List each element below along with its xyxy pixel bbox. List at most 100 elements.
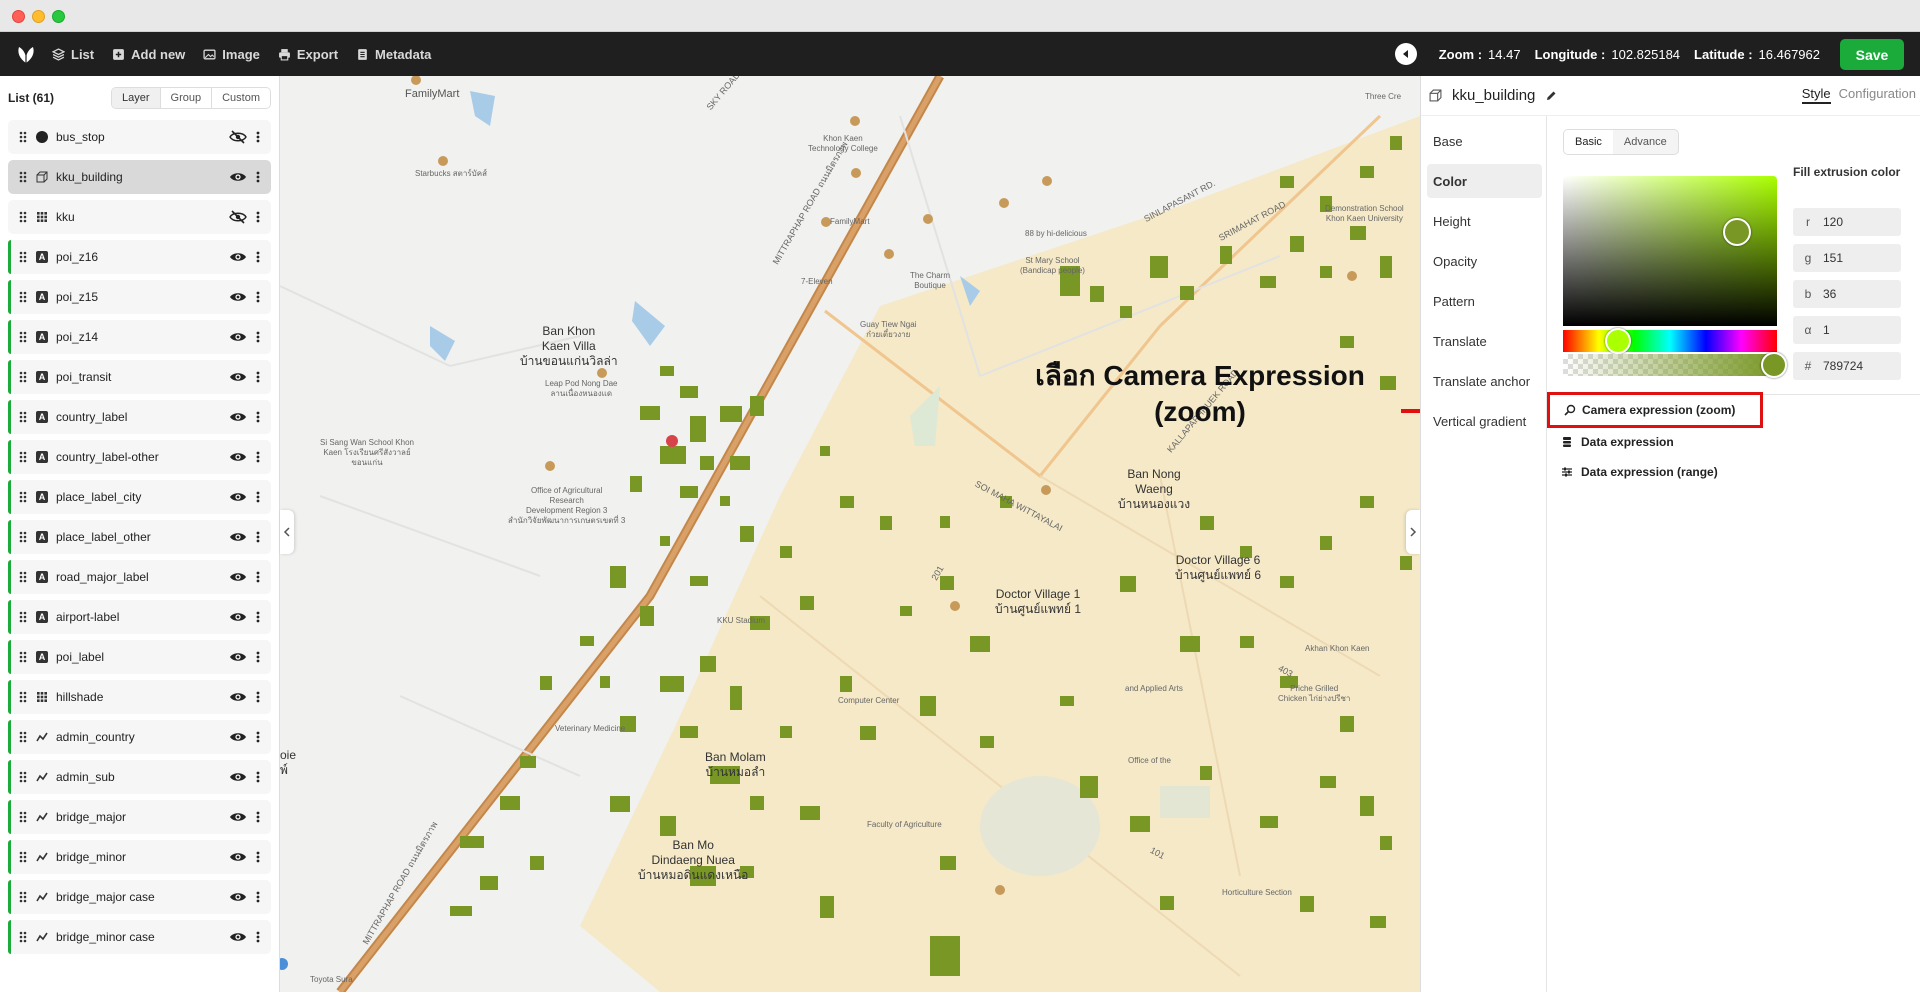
eye-icon[interactable] — [229, 170, 247, 184]
drag-handle-icon[interactable] — [18, 530, 28, 544]
layer-row[interactable]: Aplace_label_city — [8, 480, 271, 514]
layer-row[interactable]: kku_building — [8, 160, 271, 194]
drag-handle-icon[interactable] — [18, 890, 28, 904]
eye-icon[interactable] — [229, 370, 247, 384]
drag-handle-icon[interactable] — [18, 610, 28, 624]
drag-handle-icon[interactable] — [18, 490, 28, 504]
drag-handle-icon[interactable] — [18, 330, 28, 344]
eye-icon[interactable] — [229, 450, 247, 464]
drag-handle-icon[interactable] — [18, 170, 28, 184]
drag-handle-icon[interactable] — [18, 850, 28, 864]
layer-row[interactable]: Acountry_label — [8, 400, 271, 434]
property-item-translate[interactable]: Translate — [1427, 324, 1542, 358]
property-item-translate-anchor[interactable]: Translate anchor — [1427, 364, 1542, 398]
eye-icon[interactable] — [229, 290, 247, 304]
drag-handle-icon[interactable] — [18, 650, 28, 664]
more-vertical-icon[interactable] — [253, 330, 263, 344]
more-vertical-icon[interactable] — [253, 770, 263, 784]
eye-icon[interactable] — [229, 570, 247, 584]
drag-handle-icon[interactable] — [18, 810, 28, 824]
eye-icon[interactable] — [229, 730, 247, 744]
property-item-color[interactable]: Color — [1427, 164, 1542, 198]
layer-row[interactable]: bridge_minor case — [8, 920, 271, 954]
drag-handle-icon[interactable] — [18, 130, 28, 144]
eye-icon[interactable] — [229, 530, 247, 544]
eye-icon[interactable] — [229, 810, 247, 824]
eye-icon[interactable] — [229, 610, 247, 624]
app-logo[interactable] — [0, 32, 52, 76]
layer-row[interactable]: kku — [8, 200, 271, 234]
tab-custom[interactable]: Custom — [212, 88, 270, 108]
drag-handle-icon[interactable] — [18, 730, 28, 744]
eye-icon[interactable] — [229, 850, 247, 864]
more-vertical-icon[interactable] — [253, 690, 263, 704]
layer-row[interactable]: Aroad_major_label — [8, 560, 271, 594]
more-vertical-icon[interactable] — [253, 730, 263, 744]
hex-field[interactable]: # 789724 — [1793, 352, 1901, 380]
layer-row[interactable]: bridge_minor — [8, 840, 271, 874]
more-vertical-icon[interactable] — [253, 930, 263, 944]
property-item-vertical-gradient[interactable]: Vertical gradient — [1427, 404, 1542, 438]
more-vertical-icon[interactable] — [253, 530, 263, 544]
layer-row[interactable]: hillshade — [8, 680, 271, 714]
saturation-value-handle[interactable] — [1723, 218, 1751, 246]
more-vertical-icon[interactable] — [253, 890, 263, 904]
back-button[interactable] — [1394, 43, 1417, 65]
more-vertical-icon[interactable] — [253, 490, 263, 504]
pencil-icon[interactable] — [1545, 90, 1557, 102]
tab-configuration[interactable]: Configuration — [1839, 86, 1916, 104]
layer-row[interactable]: admin_sub — [8, 760, 271, 794]
collapse-left-panel-button[interactable] — [280, 510, 294, 554]
more-vertical-icon[interactable] — [253, 850, 263, 864]
drag-handle-icon[interactable] — [18, 690, 28, 704]
minimize-window-button[interactable] — [32, 10, 45, 23]
more-vertical-icon[interactable] — [253, 650, 263, 664]
eye-off-icon[interactable] — [229, 130, 247, 144]
more-vertical-icon[interactable] — [253, 370, 263, 384]
eye-off-icon[interactable] — [229, 210, 247, 224]
more-vertical-icon[interactable] — [253, 130, 263, 144]
tab-group[interactable]: Group — [160, 88, 213, 108]
tab-basic[interactable]: Basic — [1564, 130, 1613, 154]
map-canvas[interactable]: FamilyMart Starbucks สตาร์บัคส์ Ban Khon… — [280, 76, 1420, 992]
more-vertical-icon[interactable] — [253, 410, 263, 424]
data-range-expression-option[interactable]: Data expression (range) — [1561, 462, 1718, 482]
metadata-button[interactable]: Metadata — [356, 47, 431, 62]
drag-handle-icon[interactable] — [18, 250, 28, 264]
hue-slider[interactable] — [1563, 330, 1777, 352]
drag-handle-icon[interactable] — [18, 570, 28, 584]
eye-icon[interactable] — [229, 410, 247, 424]
drag-handle-icon[interactable] — [18, 210, 28, 224]
layer-row[interactable]: bus_stop — [8, 120, 271, 154]
alpha-slider[interactable] — [1563, 354, 1777, 376]
camera-expression-option[interactable]: Camera expression (zoom) — [1547, 392, 1763, 428]
tab-style[interactable]: Style — [1801, 86, 1831, 104]
layer-row[interactable]: Apoi_label — [8, 640, 271, 674]
eye-icon[interactable] — [229, 330, 247, 344]
more-vertical-icon[interactable] — [253, 210, 263, 224]
more-vertical-icon[interactable] — [253, 250, 263, 264]
layer-row[interactable]: Apoi_z16 — [8, 240, 271, 274]
alpha-slider-handle[interactable] — [1761, 352, 1787, 378]
layer-row[interactable]: Aplace_label_other — [8, 520, 271, 554]
layer-row[interactable]: bridge_major case — [8, 880, 271, 914]
data-expression-option[interactable]: Data expression — [1561, 432, 1674, 452]
save-button[interactable]: Save — [1840, 39, 1904, 70]
eye-icon[interactable] — [229, 650, 247, 664]
eye-icon[interactable] — [229, 690, 247, 704]
property-item-opacity[interactable]: Opacity — [1427, 244, 1542, 278]
drag-handle-icon[interactable] — [18, 930, 28, 944]
eye-icon[interactable] — [229, 770, 247, 784]
alpha-channel-field[interactable]: α 1 — [1793, 316, 1901, 344]
eye-icon[interactable] — [229, 930, 247, 944]
drag-handle-icon[interactable] — [18, 290, 28, 304]
image-button[interactable]: Image — [203, 47, 260, 62]
green-channel-field[interactable]: g 151 — [1793, 244, 1901, 272]
export-button[interactable]: Export — [278, 47, 338, 62]
layer-row[interactable]: Apoi_z14 — [8, 320, 271, 354]
more-vertical-icon[interactable] — [253, 810, 263, 824]
collapse-right-panel-button[interactable] — [1406, 510, 1420, 554]
maximize-window-button[interactable] — [52, 10, 65, 23]
layer-row[interactable]: Aairport-label — [8, 600, 271, 634]
more-vertical-icon[interactable] — [253, 610, 263, 624]
